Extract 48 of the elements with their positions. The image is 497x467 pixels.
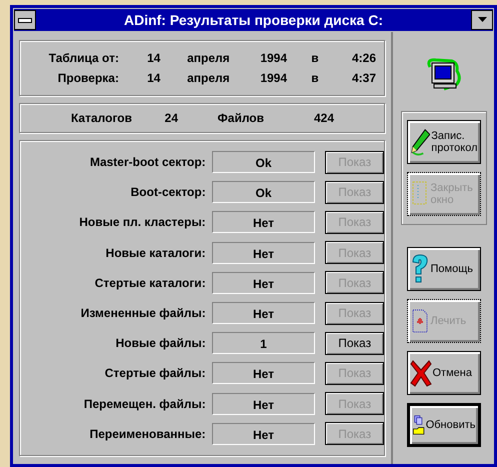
check-label: Boot-сектор:: [130, 185, 206, 200]
time-text: 4:26: [350, 51, 376, 65]
day-text: 14: [146, 51, 160, 65]
check-label: Master-boot сектор:: [88, 155, 206, 170]
at-text: в: [310, 51, 319, 65]
check-label: Новые файлы:: [114, 336, 206, 350]
cross-icon: [410, 358, 432, 388]
result-field: Нет: [212, 392, 316, 415]
cancel-button[interactable]: Отмена: [406, 351, 480, 395]
refresh-button[interactable]: Обновить: [406, 403, 480, 447]
date-label: Таблица от:: [48, 51, 119, 65]
result-field: Нет: [212, 272, 316, 294]
help-icon: [410, 253, 430, 285]
minimize-button[interactable]: [471, 10, 493, 30]
time-text: 4:37: [350, 71, 376, 85]
pencil-icon: [410, 127, 430, 157]
result-field: Ok: [212, 151, 316, 174]
save-log-button[interactable]: Запис. протокол: [406, 120, 480, 164]
caret-icon: [478, 17, 486, 23]
check-label: Новые пл. кластеры:: [78, 215, 206, 230]
show-button[interactable]: Показ: [325, 332, 384, 355]
result-field: Ok: [212, 181, 316, 204]
at-text: в: [310, 71, 319, 85]
check-label: Перемещен. файлы:: [82, 396, 206, 411]
check-label: Стертые файлы:: [104, 366, 206, 380]
date-label: Проверка:: [56, 71, 119, 85]
help-button[interactable]: Помощь: [406, 247, 480, 291]
month-text: апреля: [186, 51, 230, 65]
result-field: 1: [212, 332, 316, 354]
day-text: 14: [146, 71, 160, 85]
check-label: Стертые каталоги:: [94, 276, 206, 290]
count-value: 424: [312, 111, 334, 125]
result-field: Нет: [212, 242, 316, 264]
system-menu-button[interactable]: [14, 10, 36, 30]
result-field: Нет: [212, 302, 316, 324]
year-text: 1994: [259, 71, 288, 85]
month-text: апреля: [186, 71, 230, 85]
result-field: Нет: [212, 362, 316, 384]
check-label: Новые каталоги:: [104, 246, 206, 260]
count-label: Каталогов: [70, 111, 132, 125]
count-value: 24: [164, 111, 178, 125]
result-field: Нет: [212, 422, 316, 445]
window-title: ADinf: Результаты проверки диска C:: [122, 12, 384, 28]
year-text: 1994: [259, 51, 288, 65]
check-label: Переименованные:: [88, 426, 206, 441]
check-label: Измененные файлы:: [80, 306, 206, 320]
count-label: Файлов: [216, 111, 264, 125]
result-field: Нет: [212, 211, 316, 234]
